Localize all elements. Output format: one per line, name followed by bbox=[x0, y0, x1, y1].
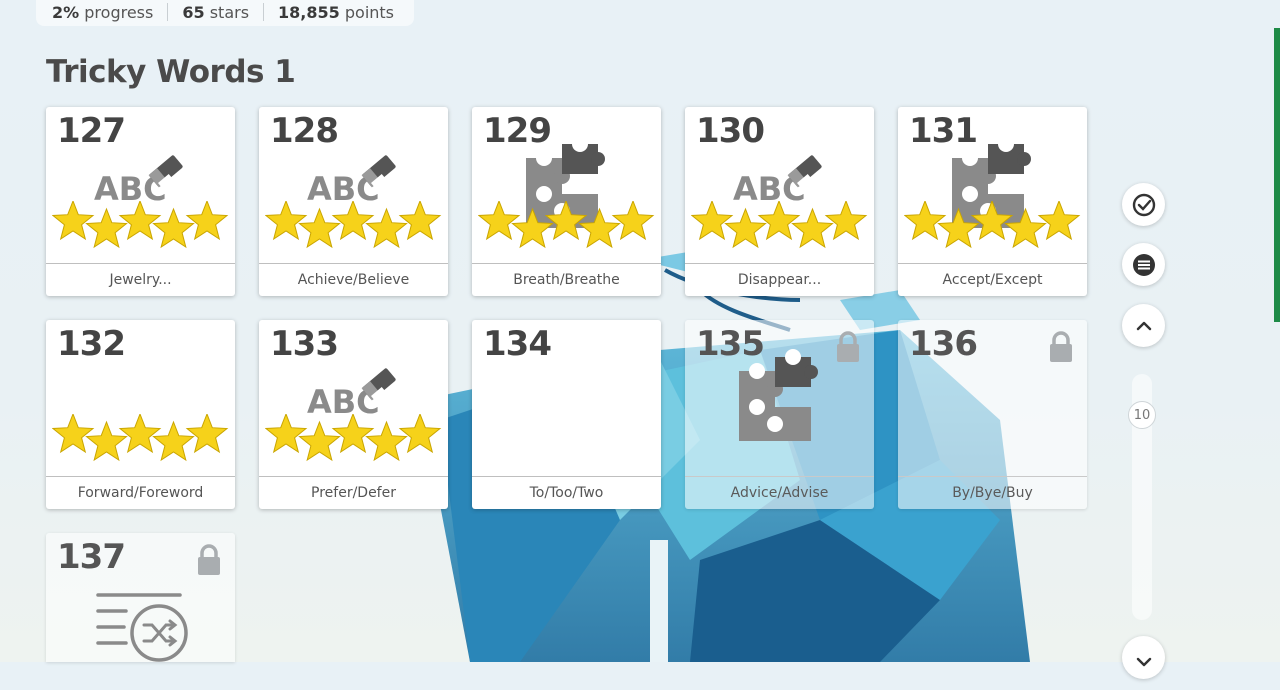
lesson-label: Forward/Foreword bbox=[46, 476, 235, 509]
lesson-card-137[interactable]: 137 bbox=[46, 533, 235, 662]
stars-rating bbox=[52, 201, 229, 249]
star-icon bbox=[331, 201, 375, 241]
star-icon bbox=[544, 201, 588, 241]
star-icon bbox=[85, 207, 128, 249]
star-icon bbox=[1037, 201, 1081, 241]
star-icon bbox=[398, 414, 442, 454]
lesson-label: Achieve/Believe bbox=[259, 263, 448, 296]
progress-edge-bar bbox=[1274, 28, 1280, 322]
star-icon bbox=[478, 201, 521, 241]
star-icon bbox=[331, 414, 375, 454]
star-icon bbox=[970, 201, 1014, 241]
stars-value: 65 bbox=[182, 2, 205, 22]
menu-button[interactable] bbox=[1122, 243, 1165, 286]
star-icon bbox=[85, 420, 128, 462]
lesson-card-134[interactable]: 134 To/Too/Two bbox=[472, 320, 661, 509]
star-icon bbox=[265, 414, 308, 454]
star-icon bbox=[757, 201, 801, 241]
star-icon bbox=[152, 207, 195, 249]
lesson-label: Accept/Except bbox=[898, 263, 1087, 296]
star-icon bbox=[52, 201, 95, 241]
star-icon bbox=[152, 420, 195, 462]
puzzle-icon bbox=[739, 349, 818, 441]
check-button[interactable] bbox=[1122, 183, 1165, 226]
stats-bar: 2% progress 65 stars 18,855 points bbox=[36, 0, 414, 26]
lesson-card-128[interactable]: 128 ABC Achieve/Believe bbox=[259, 107, 448, 296]
star-icon bbox=[1004, 207, 1047, 249]
lesson-label: Jewelry... bbox=[46, 263, 235, 296]
check-circle-icon bbox=[1132, 193, 1155, 216]
lesson-label: By/Bye/Buy bbox=[898, 476, 1087, 509]
star-icon bbox=[298, 420, 341, 462]
scroll-thumb[interactable]: 10 bbox=[1128, 401, 1156, 429]
star-icon bbox=[118, 201, 162, 241]
audio-waveform-icon bbox=[472, 320, 661, 477]
stars-rating bbox=[265, 201, 442, 249]
stars-rating bbox=[691, 201, 868, 249]
lesson-label: Prefer/Defer bbox=[259, 476, 448, 509]
lesson-card-127[interactable]: 127 ABC Jewelry... bbox=[46, 107, 235, 296]
lesson-card-130[interactable]: 130 ABC Disappear... bbox=[685, 107, 874, 296]
star-icon bbox=[578, 207, 621, 249]
star-icon bbox=[724, 207, 767, 249]
star-icon bbox=[937, 207, 980, 249]
lesson-card-131[interactable]: 131 Accept/Except bbox=[898, 107, 1087, 296]
divider bbox=[167, 3, 169, 21]
points-label: points bbox=[344, 2, 395, 22]
lesson-card-136[interactable]: 136 By/Bye/Buy bbox=[898, 320, 1087, 509]
chevron-up-icon bbox=[1136, 321, 1151, 330]
star-icon bbox=[118, 414, 162, 454]
scroll-up-button[interactable] bbox=[1122, 304, 1165, 347]
audio-waveform-icon bbox=[898, 320, 1087, 477]
star-icon bbox=[824, 201, 868, 241]
star-icon bbox=[511, 207, 554, 249]
divider bbox=[263, 3, 265, 21]
lesson-label: Breath/Breathe bbox=[472, 263, 661, 296]
shuffle-list-icon bbox=[96, 593, 188, 662]
lesson-label: Advice/Advise bbox=[685, 476, 874, 509]
stars-label: stars bbox=[209, 2, 250, 22]
star-icon bbox=[365, 207, 408, 249]
lesson-card-132[interactable]: 132 Forward/Foreword bbox=[46, 320, 235, 509]
star-icon bbox=[365, 420, 408, 462]
star-icon bbox=[611, 201, 655, 241]
stars-rating bbox=[52, 414, 229, 462]
star-icon bbox=[398, 201, 442, 241]
stars-rating bbox=[265, 414, 442, 462]
progress-value: 2% bbox=[52, 2, 80, 22]
star-icon bbox=[265, 201, 308, 241]
star-icon bbox=[691, 201, 734, 241]
star-icon bbox=[185, 201, 229, 241]
lesson-card-129[interactable]: 129 Breath/Breathe bbox=[472, 107, 661, 296]
stars-rating bbox=[478, 201, 655, 249]
points-value: 18,855 bbox=[278, 2, 340, 22]
lesson-card-135[interactable]: 135 Advice/Advise bbox=[685, 320, 874, 509]
section-title: Tricky Words 1 bbox=[46, 54, 296, 90]
star-icon bbox=[52, 414, 95, 454]
scroll-down-button[interactable] bbox=[1122, 636, 1165, 679]
lesson-label: To/Too/Two bbox=[472, 476, 661, 509]
star-icon bbox=[904, 201, 947, 241]
menu-icon bbox=[1132, 253, 1155, 276]
progress-label: progress bbox=[84, 2, 154, 22]
star-icon bbox=[185, 414, 229, 454]
lesson-label: Disappear... bbox=[685, 263, 874, 296]
star-icon bbox=[791, 207, 834, 249]
lesson-card-133[interactable]: 133 ABC Prefer/Defer bbox=[259, 320, 448, 509]
star-icon bbox=[298, 207, 341, 249]
stars-rating bbox=[904, 201, 1081, 249]
